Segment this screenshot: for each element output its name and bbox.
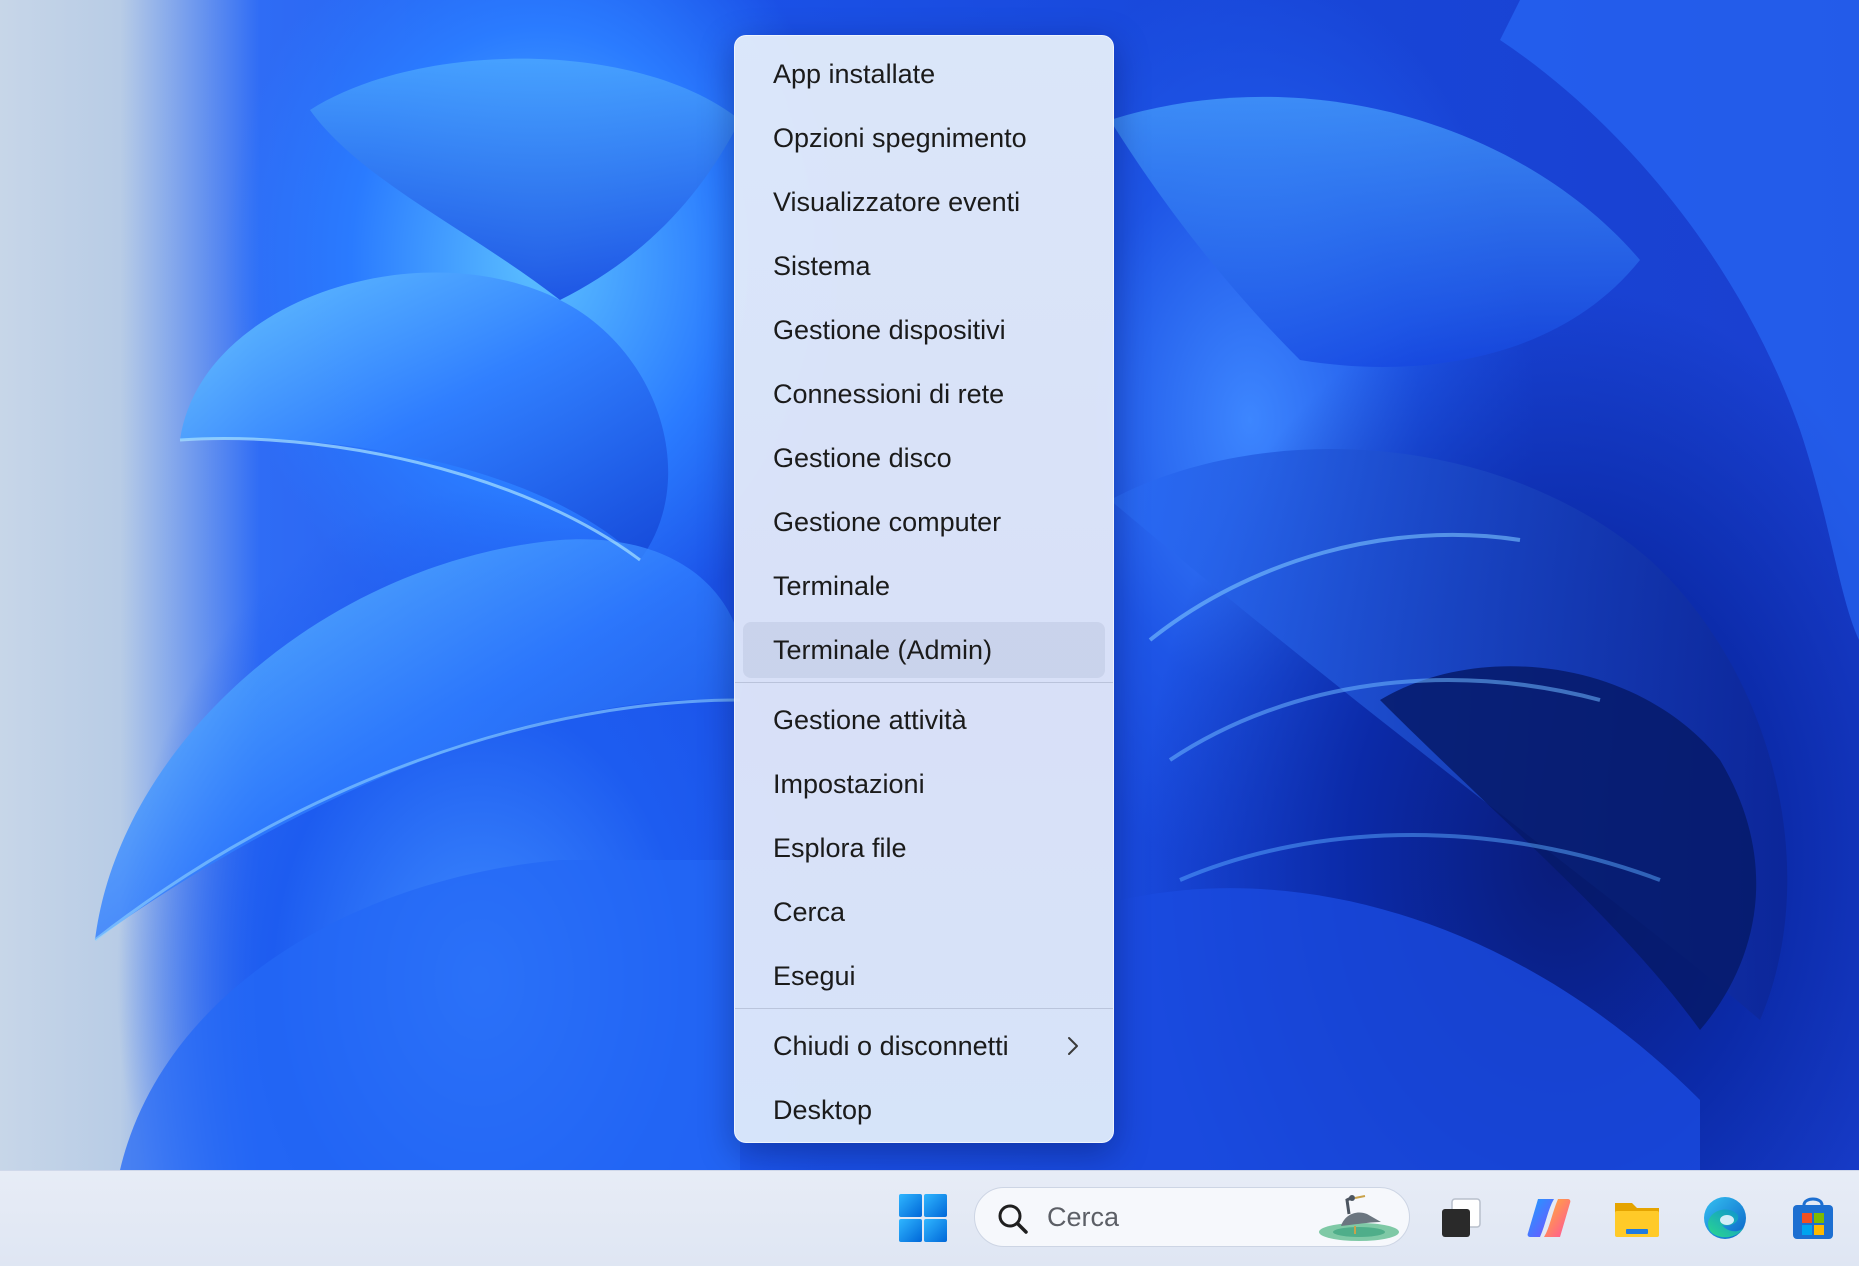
menu-item-esplora-file[interactable]: Esplora file	[743, 820, 1105, 876]
menu-item-label: Impostazioni	[773, 768, 925, 799]
winx-context-menu: App installate Opzioni spegnimento Visua…	[734, 35, 1114, 1143]
menu-item-terminale[interactable]: Terminale	[743, 558, 1105, 614]
menu-item-sistema[interactable]: Sistema	[743, 238, 1105, 294]
menu-item-esegui[interactable]: Esegui	[743, 948, 1105, 1004]
menu-item-opzioni-spegnimento[interactable]: Opzioni spegnimento	[743, 110, 1105, 166]
menu-item-connessioni-di-rete[interactable]: Connessioni di rete	[743, 366, 1105, 422]
menu-item-label: Cerca	[773, 896, 846, 927]
menu-item-chiudi-o-disconnetti[interactable]: Chiudi o disconnetti	[743, 1018, 1105, 1074]
menu-item-label: Esegui	[773, 960, 856, 991]
menu-item-label: Opzioni spegnimento	[773, 122, 1027, 153]
menu-item-label: Chiudi o disconnetti	[773, 1030, 1009, 1061]
menu-item-label: Gestione computer	[773, 506, 1002, 537]
taskbar: Cerca	[0, 1170, 1859, 1266]
menu-item-gestione-dispositivi[interactable]: Gestione dispositivi	[743, 302, 1105, 358]
edge-icon[interactable]	[1700, 1193, 1750, 1243]
menu-item-label: Gestione attività	[773, 704, 967, 735]
menu-item-app-installate[interactable]: App installate	[743, 46, 1105, 102]
menu-item-label: Visualizzatore eventi	[773, 186, 1021, 217]
taskbar-search-box[interactable]: Cerca	[974, 1187, 1410, 1247]
windows-start-icon[interactable]	[898, 1193, 948, 1243]
copilot-icon[interactable]	[1524, 1193, 1574, 1243]
menu-item-label: Terminale	[773, 570, 891, 601]
task-view-icon[interactable]	[1436, 1193, 1486, 1243]
heron-widget-icon	[1319, 1195, 1399, 1241]
chevron-right-icon	[1068, 1037, 1078, 1055]
menu-item-label: Esplora file	[773, 832, 907, 863]
search-placeholder: Cerca	[1047, 1202, 1120, 1232]
menu-item-label: App installate	[773, 58, 936, 89]
menu-item-label: Terminale (Admin)	[773, 634, 993, 665]
menu-item-label: Connessioni di rete	[773, 378, 1005, 409]
menu-item-gestione-disco[interactable]: Gestione disco	[743, 430, 1105, 486]
menu-separator	[735, 1008, 1113, 1009]
file-explorer-icon[interactable]	[1612, 1193, 1662, 1243]
menu-item-gestione-computer[interactable]: Gestione computer	[743, 494, 1105, 550]
menu-item-terminale-admin[interactable]: Terminale (Admin)	[743, 622, 1105, 678]
menu-item-label: Gestione disco	[773, 442, 952, 473]
menu-item-gestione-attivita[interactable]: Gestione attività	[743, 692, 1105, 748]
search-icon	[998, 1204, 1028, 1234]
menu-item-label: Sistema	[773, 250, 871, 281]
menu-item-visualizzatore-eventi[interactable]: Visualizzatore eventi	[743, 174, 1105, 230]
menu-item-label: Desktop	[773, 1094, 873, 1125]
menu-item-desktop[interactable]: Desktop	[743, 1082, 1105, 1138]
menu-item-cerca[interactable]: Cerca	[743, 884, 1105, 940]
store-icon[interactable]	[1788, 1193, 1838, 1243]
menu-separator	[735, 682, 1113, 683]
menu-item-impostazioni[interactable]: Impostazioni	[743, 756, 1105, 812]
menu-item-label: Gestione dispositivi	[773, 314, 1006, 345]
